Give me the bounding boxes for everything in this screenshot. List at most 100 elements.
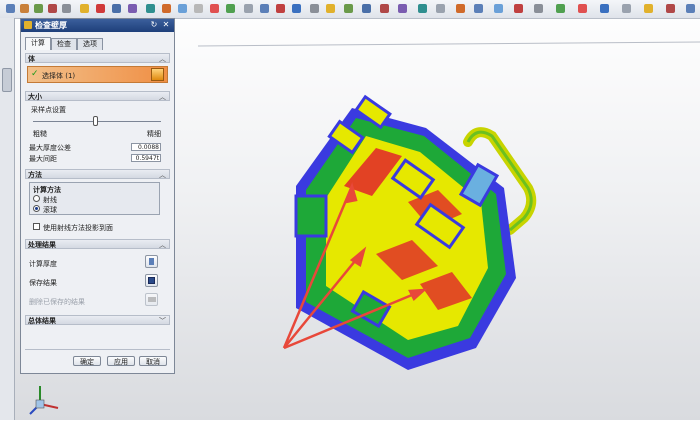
ray-project-label: 使用射线方法投影到面 [43,224,113,232]
toolbar-icon[interactable] [600,4,609,13]
toolbar-icon[interactable] [80,4,89,13]
chevron-up-icon: ︿ [159,241,166,249]
toolbar-icon[interactable] [514,4,523,13]
toolbar-icon[interactable] [644,4,653,13]
toolbar-icon[interactable] [344,4,353,13]
dialog-app-icon [24,21,32,29]
compute-thickness-label: 计算厚度 [29,260,57,268]
section-body-label: 体 [28,55,35,63]
toolbar-icon[interactable] [226,4,235,13]
ray-project-checkbox[interactable] [33,223,40,230]
ok-button[interactable]: 确定 [73,356,101,366]
tab-compute[interactable]: 计算 [25,37,51,50]
resource-bar [0,18,15,420]
toolbar-icon[interactable] [260,4,269,13]
section-results-label: 处理结果 [28,241,56,249]
section-method[interactable]: 方法 ︿ [25,169,170,179]
toolbar-icon[interactable] [494,4,503,13]
section-body[interactable]: 体 ︿ [25,53,170,63]
ray-radio[interactable] [33,195,40,202]
toolbar-icon[interactable] [276,4,285,13]
toolbar-icon[interactable] [96,4,105,13]
ray-label: 射线 [43,196,57,204]
select-body-row[interactable]: ✓ 选择体 (1) [27,66,168,83]
toolbar-icon[interactable] [622,4,631,13]
toolbar-icon[interactable] [578,4,587,13]
section-summary[interactable]: 总体结果 ﹀ [25,315,170,325]
section-method-label: 方法 [28,171,42,179]
section-size-label: 大小 [28,93,42,101]
side-latch [294,194,328,238]
toolbar-icon[interactable] [474,4,483,13]
section-summary-label: 总体结果 [28,317,56,325]
compute-method-label: 计算方法 [33,186,61,194]
toolbar-icon[interactable] [146,4,155,13]
toolbar-icon[interactable] [666,4,675,13]
toolbar-icon[interactable] [456,4,465,13]
compute-thickness-button[interactable] [145,255,158,268]
dialog-title: 检查壁厚 [35,21,67,30]
tab-options[interactable]: 选项 [77,38,103,50]
coarse-label: 粗糙 [33,130,47,138]
toolbar-icon[interactable] [244,4,253,13]
viewport-divider [197,41,700,47]
delete-results-label: 删除已保存的结果 [29,298,85,306]
sphere-label: 滚球 [43,206,57,214]
model-view [197,41,700,370]
graphics-viewport[interactable] [176,18,700,420]
toolbar-icon[interactable] [48,4,57,13]
fine-label: 精细 [147,130,161,138]
section-size[interactable]: 大小 ︿ [25,91,170,101]
sphere-radio[interactable] [33,205,40,212]
toolbar-icon[interactable] [112,4,121,13]
toolbar-icon[interactable] [686,4,695,13]
checkmark-icon: ✓ [31,69,39,79]
toolbar-icon[interactable] [534,4,543,13]
toolbar-icon[interactable] [292,4,301,13]
sample-label: 采样点设置 [31,106,66,114]
toolbar-icon[interactable] [178,4,187,13]
button-divider [25,349,170,350]
toolbar-icon[interactable] [380,4,389,13]
dialog-titlebar[interactable]: 检查壁厚 ↻ ✕ [21,19,174,32]
toolbar-icon[interactable] [194,4,203,13]
max-spacing-field[interactable]: 0.5947t [131,154,161,162]
max-thickness-tol-field[interactable]: 0.0088 [131,143,161,151]
toolbar-icon[interactable] [556,4,565,13]
toolbar-icon[interactable] [326,4,335,13]
toolbar-icon[interactable] [418,4,427,13]
max-spacing-label: 最大间距 [29,155,57,163]
toolbar-icon[interactable] [398,4,407,13]
chevron-up-icon: ︿ [159,55,166,63]
chevron-up-icon: ︿ [159,93,166,101]
reset-icon[interactable]: ↻ [149,20,159,30]
cube-select-icon[interactable] [151,68,164,81]
save-results-label: 保存结果 [29,279,57,287]
toolbar-icon[interactable] [210,4,219,13]
close-icon[interactable]: ✕ [161,20,171,30]
toolbar-icon[interactable] [310,4,319,13]
toolbar-icon[interactable] [362,4,371,13]
toolbar-icon[interactable] [162,4,171,13]
toolbar-icon[interactable] [62,4,71,13]
scrollbar-thumb[interactable] [2,68,12,92]
chevron-up-icon: ︿ [159,171,166,179]
apply-button[interactable]: 应用 [107,356,135,366]
cancel-button[interactable]: 取消 [139,356,167,366]
sample-slider-thumb[interactable] [93,116,98,126]
max-thickness-tol-label: 最大厚度公差 [29,144,71,152]
chevron-down-icon: ﹀ [159,317,166,325]
save-results-button[interactable] [145,274,158,287]
toolbar-icon[interactable] [6,4,15,13]
top-toolbar [0,0,700,19]
toolbar-icon[interactable] [20,4,29,13]
toolbar-icon[interactable] [128,4,137,13]
select-body-label: 选择体 (1) [42,72,76,80]
toolbar-icon[interactable] [436,4,445,13]
tab-check[interactable]: 检查 [51,38,77,50]
section-results[interactable]: 处理结果 ︿ [25,239,170,249]
axis-triad-icon [29,386,59,415]
toolbar-icon[interactable] [34,4,43,13]
check-wall-thickness-dialog: 检查壁厚 ↻ ✕ 计算 检查 选项 体 ︿ ✓ 选择体 (1) 大小 ︿ 采样点… [20,18,175,374]
delete-results-button[interactable] [145,293,158,306]
